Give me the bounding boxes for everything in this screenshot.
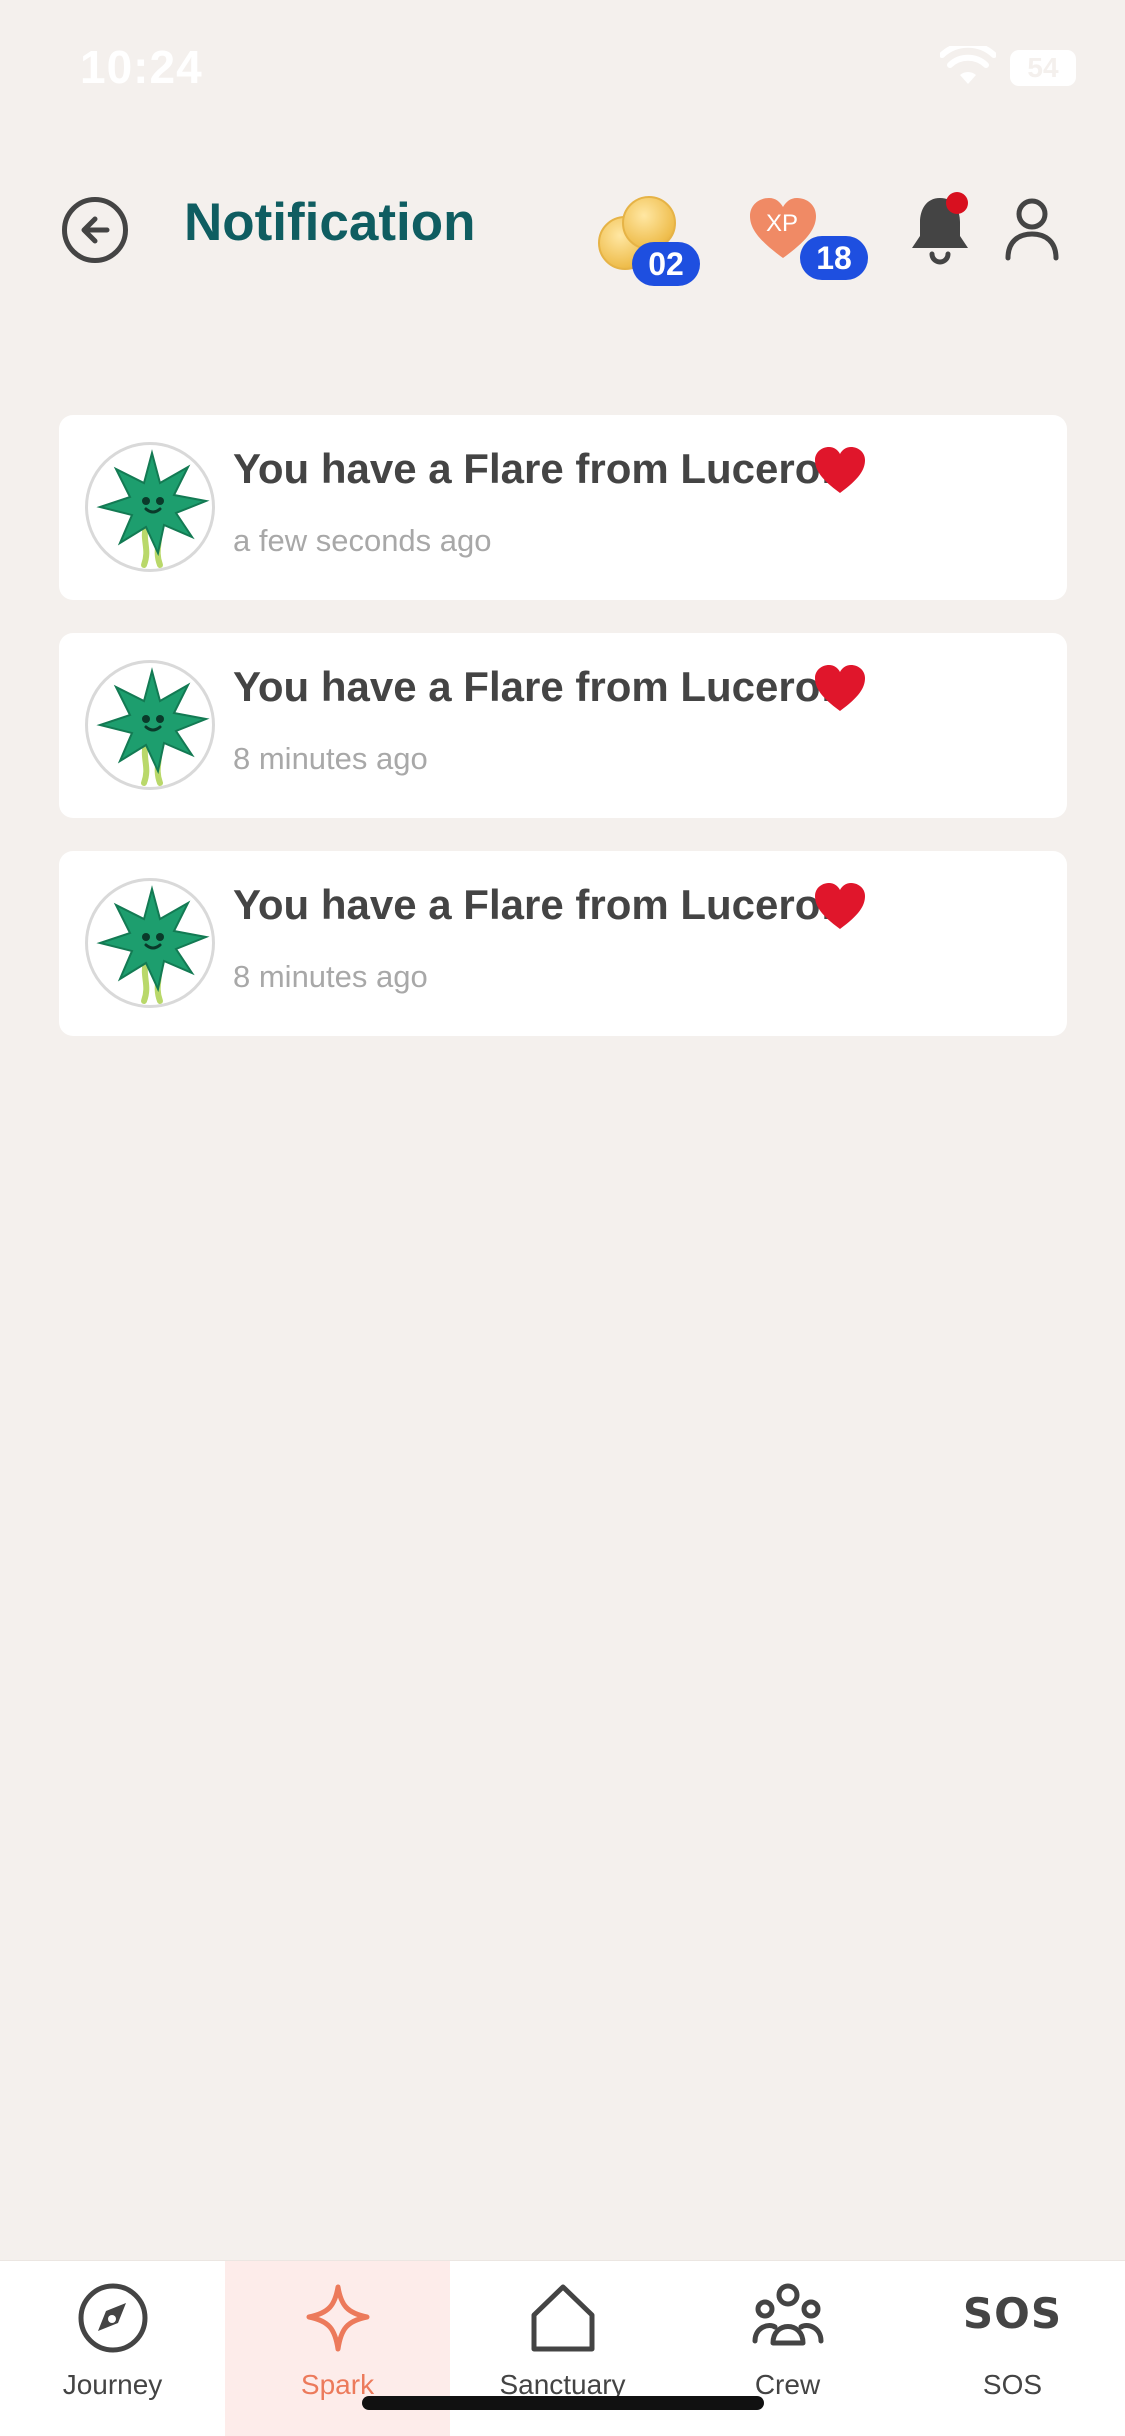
nav-item-sos[interactable]: SOS SOS — [900, 2261, 1125, 2436]
group-icon — [752, 2283, 824, 2346]
nav-label-journey: Journey — [62, 2369, 163, 2400]
notification-message: You have a Flare from Lucero! — [233, 445, 835, 492]
battery-icon: 54 — [1010, 50, 1076, 86]
avatar — [85, 878, 215, 1008]
xp-count-badge: 18 — [800, 236, 868, 280]
spark-creature-icon — [96, 449, 210, 568]
back-button[interactable] — [62, 197, 128, 263]
wifi-icon — [940, 46, 996, 84]
coins-count-badge: 02 — [632, 242, 700, 286]
sparkle-icon — [306, 2284, 370, 2352]
unread-dot — [946, 192, 968, 214]
header: Notification 02 XP 18 — [0, 170, 1125, 290]
spark-creature-icon — [96, 885, 210, 1004]
home-indicator — [362, 2396, 764, 2410]
profile-button[interactable] — [1002, 196, 1062, 262]
status-bar: 10:24 54 — [0, 0, 1125, 135]
user-icon — [1005, 198, 1059, 261]
status-time: 10:24 — [80, 41, 203, 93]
xp-label: XP — [766, 210, 799, 237]
red-heart-icon — [815, 665, 865, 711]
notification-screen: 10:24 54 Notification 02 XP 18 You have … — [0, 0, 1125, 2436]
notification-list: You have a Flare from Lucero! a few seco… — [59, 415, 1067, 1069]
sos-icon: SOS — [962, 2289, 1063, 2338]
avatar — [85, 660, 215, 790]
red-heart-icon — [815, 447, 865, 493]
notification-item[interactable]: You have a Flare from Lucero! 8 minutes … — [59, 633, 1067, 818]
coins-counter[interactable]: 02 — [596, 188, 706, 286]
notifications-bell-button[interactable] — [908, 192, 972, 266]
xp-counter[interactable]: XP 18 — [748, 188, 876, 284]
avatar — [85, 442, 215, 572]
notification-time: 8 minutes ago — [233, 959, 428, 994]
nav-item-journey[interactable]: Journey — [0, 2261, 225, 2436]
notification-time: a few seconds ago — [233, 523, 492, 558]
red-heart-icon — [815, 883, 865, 929]
notification-item[interactable]: You have a Flare from Lucero! 8 minutes … — [59, 851, 1067, 1036]
notification-message: You have a Flare from Lucero! — [233, 881, 835, 928]
compass-icon — [78, 2283, 148, 2353]
notification-message: You have a Flare from Lucero! — [233, 663, 835, 710]
notification-item[interactable]: You have a Flare from Lucero! a few seco… — [59, 415, 1067, 600]
notification-time: 8 minutes ago — [233, 741, 428, 776]
spark-creature-icon — [96, 667, 210, 786]
arrow-left-icon — [81, 216, 110, 244]
nav-label-sos: SOS — [982, 2369, 1043, 2400]
page-title: Notification — [184, 193, 476, 252]
home-icon — [531, 2284, 595, 2352]
